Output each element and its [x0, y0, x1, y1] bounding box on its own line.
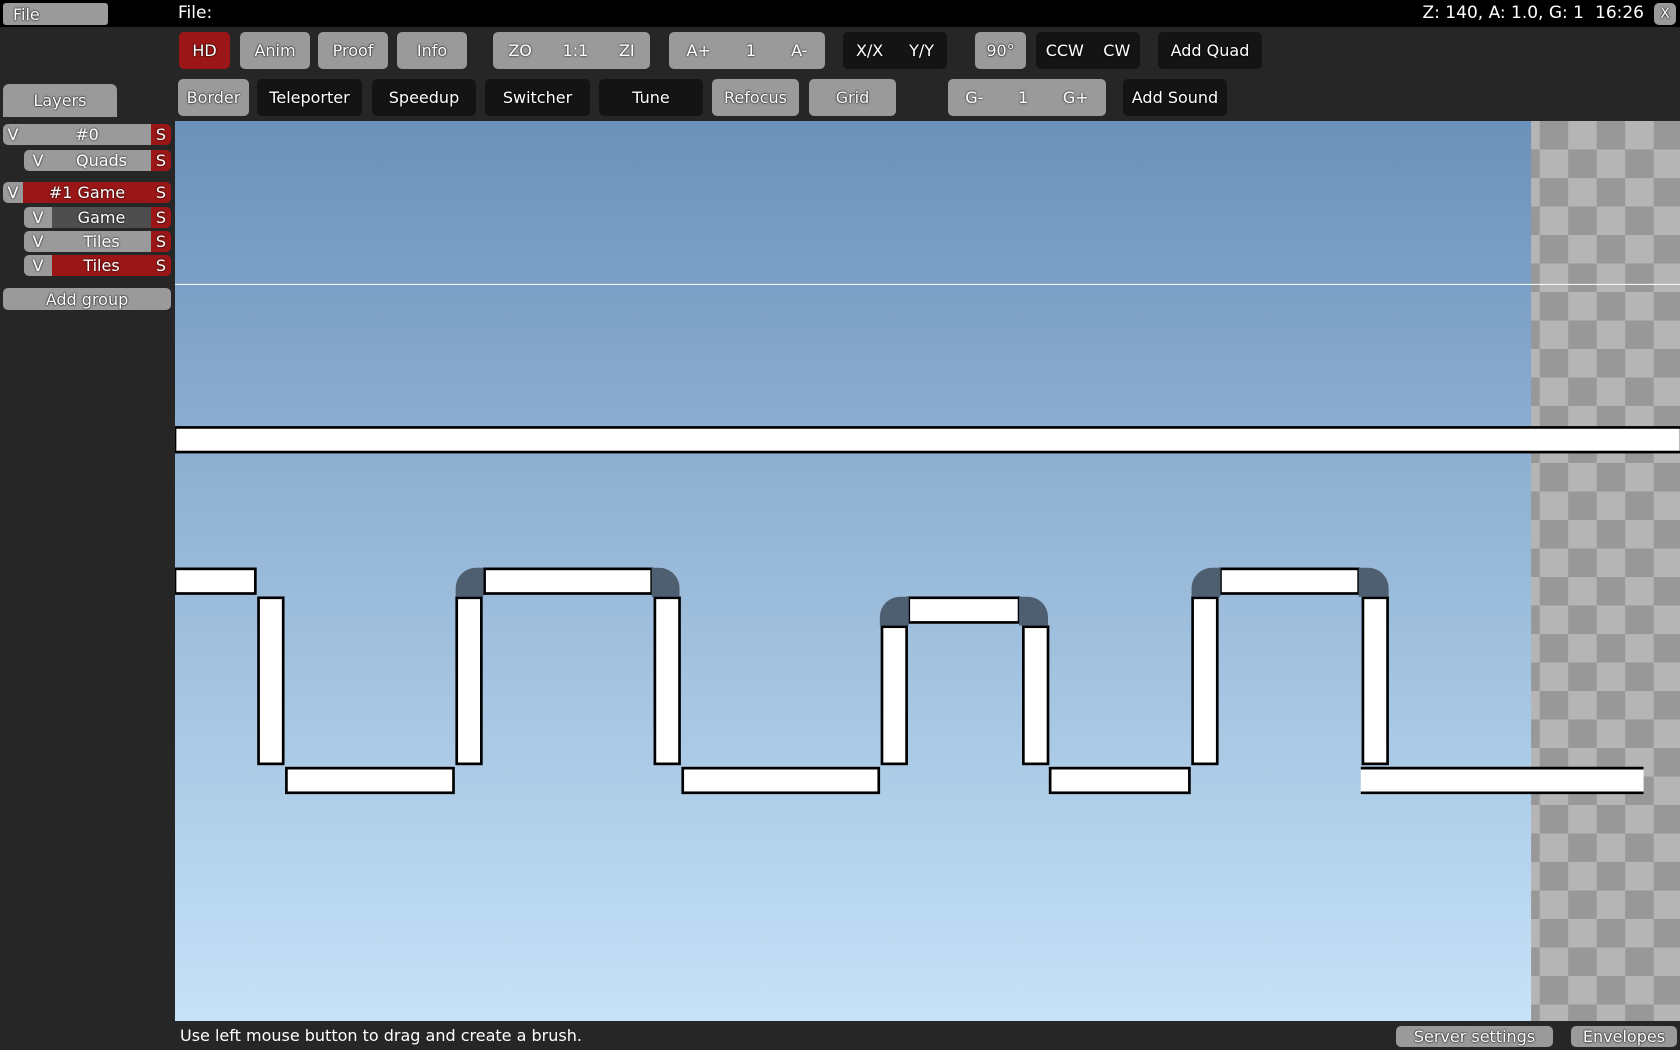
flip-y-button[interactable]: Y/Y — [909, 41, 934, 60]
tile-platform — [1219, 567, 1360, 595]
layer-row-quads[interactable]: V Quads S — [24, 150, 171, 171]
tile-wall — [653, 596, 681, 766]
tile-platform — [175, 567, 257, 595]
group-name[interactable]: #1 Game — [23, 182, 151, 203]
rotate-group: CCW CW — [1036, 32, 1140, 69]
layers-tab[interactable]: Layers — [3, 84, 117, 117]
border-button[interactable]: Border — [178, 79, 249, 116]
tile-wall — [880, 625, 908, 766]
grid-button[interactable]: Grid — [809, 79, 896, 116]
solo-toggle[interactable]: S — [151, 231, 171, 252]
add-quad-button[interactable]: Add Quad — [1158, 32, 1262, 69]
anim-speed-down-button[interactable]: A- — [791, 41, 807, 60]
zoom-group: ZO 1:1 ZI — [493, 32, 650, 69]
switcher-button[interactable]: Switcher — [485, 79, 590, 116]
grid-size-value: 1 — [1018, 88, 1029, 107]
layer-row-tiles-selected[interactable]: V Tiles S — [24, 255, 171, 276]
menu-bar: File File: Z: 140, A: 1.0, G: 1 16:26 X — [0, 0, 1680, 27]
ceiling-tiles — [175, 426, 1680, 454]
visibility-toggle[interactable]: V — [24, 150, 52, 171]
visibility-toggle[interactable]: V — [24, 255, 52, 276]
solo-toggle[interactable]: S — [151, 150, 171, 171]
rotation-angle-button[interactable]: 90° — [975, 32, 1026, 69]
layer-name[interactable]: Tiles — [52, 231, 151, 252]
solo-toggle[interactable]: S — [151, 182, 171, 203]
flip-group: X/X Y/Y — [843, 32, 947, 69]
layer-row-game[interactable]: V Game S — [24, 207, 171, 228]
solo-toggle[interactable]: S — [151, 124, 171, 145]
proof-button[interactable]: Proof — [318, 32, 388, 69]
server-settings-button[interactable]: Server settings — [1396, 1026, 1553, 1047]
visibility-toggle[interactable]: V — [24, 231, 52, 252]
map-canvas[interactable] — [175, 121, 1680, 1021]
group-row-0[interactable]: V #0 S — [3, 124, 171, 145]
zoom-reset-button[interactable]: 1:1 — [563, 41, 589, 60]
group-row-1-game[interactable]: V #1 Game S — [3, 182, 171, 203]
tile-wall — [257, 596, 285, 766]
tile-platform — [907, 596, 1021, 624]
out-of-bounds-checker — [1531, 121, 1680, 1021]
group-name[interactable]: #0 — [23, 124, 151, 145]
layer-name[interactable]: Tiles — [52, 255, 151, 276]
grid-increase-button[interactable]: G+ — [1063, 88, 1089, 107]
status-hint: Use left mouse button to drag and create… — [180, 1026, 582, 1045]
layer-row-tiles[interactable]: V Tiles S — [24, 231, 171, 252]
rotate-ccw-button[interactable]: CCW — [1046, 41, 1084, 60]
tile-wall — [1361, 596, 1389, 766]
layer-name[interactable]: Game — [52, 207, 151, 228]
anim-speed-up-button[interactable]: A+ — [687, 41, 711, 60]
refocus-button[interactable]: Refocus — [712, 79, 799, 116]
add-sound-button[interactable]: Add Sound — [1123, 79, 1227, 116]
zoom-out-button[interactable]: ZO — [508, 41, 532, 60]
hd-button[interactable]: HD — [179, 32, 230, 69]
file-title: File: — [178, 3, 213, 23]
tile-platform — [1048, 766, 1191, 795]
editor-status: Z: 140, A: 1.0, G: 1 — [1422, 3, 1584, 23]
flip-x-button[interactable]: X/X — [856, 41, 883, 60]
tile-wall — [1191, 596, 1219, 766]
visibility-toggle[interactable]: V — [3, 182, 23, 203]
clock: 16:26 — [1595, 3, 1644, 23]
solo-toggle[interactable]: S — [151, 207, 171, 228]
tune-button[interactable]: Tune — [599, 79, 703, 116]
tile-platform — [483, 567, 654, 595]
teleporter-button[interactable]: Teleporter — [257, 79, 362, 116]
tile-platform — [285, 766, 455, 795]
zoom-in-button[interactable]: ZI — [619, 41, 635, 60]
tile-wall — [1022, 625, 1050, 766]
envelopes-button[interactable]: Envelopes — [1571, 1026, 1677, 1047]
close-button[interactable]: X — [1654, 3, 1676, 25]
speedup-button[interactable]: Speedup — [372, 79, 476, 116]
info-button[interactable]: Info — [397, 32, 467, 69]
tile-platform — [681, 766, 881, 795]
anim-button[interactable]: Anim — [240, 32, 310, 69]
tile-wall — [455, 596, 483, 766]
tile-platform — [1360, 767, 1644, 794]
grid-size-group: G- 1 G+ — [948, 79, 1106, 116]
anim-speed-group: A+ 1 A- — [669, 32, 825, 69]
anim-speed-value: 1 — [745, 41, 757, 60]
add-group-button[interactable]: Add group — [3, 288, 171, 310]
grid-decrease-button[interactable]: G- — [965, 88, 983, 107]
rotate-cw-button[interactable]: CW — [1103, 41, 1130, 60]
visibility-toggle[interactable]: V — [24, 207, 52, 228]
visibility-toggle[interactable]: V — [3, 124, 23, 145]
file-menu-button[interactable]: File — [3, 3, 108, 25]
solo-toggle[interactable]: S — [151, 255, 171, 276]
layer-name[interactable]: Quads — [52, 150, 151, 171]
